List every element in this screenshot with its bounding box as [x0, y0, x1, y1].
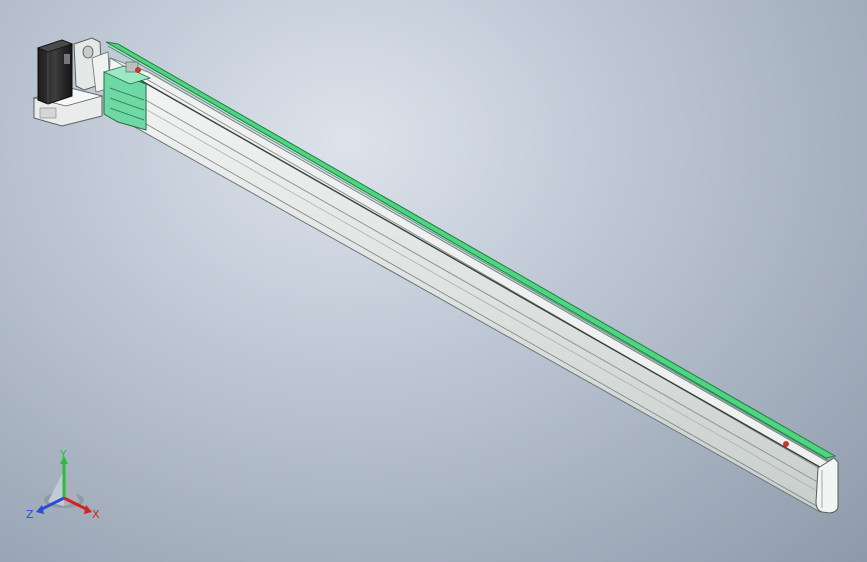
limit-marker-far [783, 441, 789, 447]
bearing-hole [82, 45, 94, 59]
orientation-triad[interactable]: Y X Z [22, 448, 108, 528]
z-axis-label: Z [26, 508, 34, 521]
linear-actuator-model[interactable] [0, 0, 867, 562]
motor-connector [64, 54, 70, 64]
x-axis-arrow [84, 505, 92, 514]
limit-marker-near [135, 67, 141, 73]
stepper-motor [36, 39, 74, 105]
y-axis-label: Y [59, 448, 67, 461]
x-axis-label: X [92, 508, 100, 521]
z-axis-arrow [36, 505, 44, 514]
guide-rail [105, 41, 837, 461]
3d-viewport[interactable]: Y X Z [0, 0, 867, 562]
rail-body [107, 57, 839, 513]
